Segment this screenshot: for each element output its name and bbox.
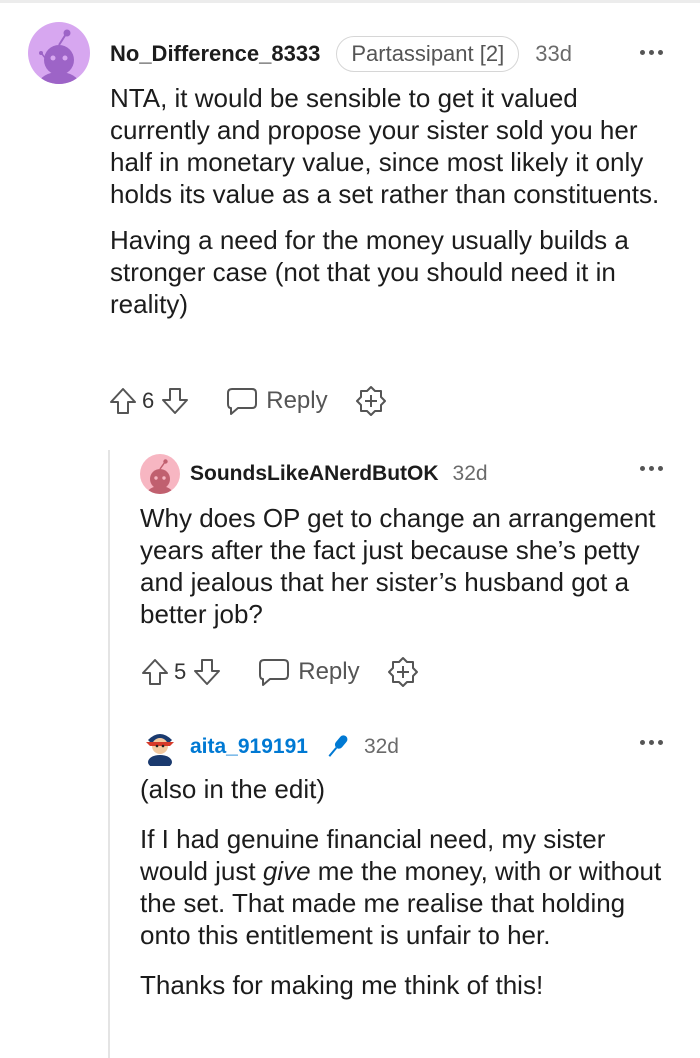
- username[interactable]: No_Difference_8333: [110, 41, 320, 67]
- username[interactable]: SoundsLikeANerdButOK: [190, 462, 439, 486]
- username[interactable]: aita_919191: [190, 735, 308, 759]
- snoo-avatar-icon: [140, 454, 180, 494]
- emphasized-word: give: [262, 856, 311, 886]
- downvote-icon[interactable]: [160, 386, 190, 416]
- reply-label: Reply: [266, 387, 328, 414]
- user-flair: Partassipant [2]: [336, 36, 520, 72]
- more-options-icon[interactable]: [640, 740, 663, 745]
- comment-body: (also in the edit) If I had genuine fina…: [140, 773, 680, 1001]
- award-icon[interactable]: [354, 384, 388, 418]
- more-options-icon[interactable]: [640, 50, 663, 55]
- comment-paragraph: If I had genuine financial need, my sist…: [140, 824, 662, 950]
- comment-paragraph: Thanks for making me think of this!: [140, 970, 544, 1000]
- award-icon[interactable]: [386, 655, 420, 689]
- avatar[interactable]: [140, 726, 180, 766]
- comment-paragraph: Why does OP get to change an arrangement…: [140, 503, 656, 629]
- timestamp: 33d: [535, 41, 572, 66]
- chat-bubble-icon: [227, 388, 258, 415]
- comment-body: Why does OP get to change an arrangement…: [140, 502, 680, 630]
- timestamp: 32d: [363, 735, 399, 758]
- comment-paragraph: (also in the edit): [140, 774, 325, 804]
- upvote-icon[interactable]: [108, 386, 138, 416]
- reply-button[interactable]: Reply: [258, 657, 360, 687]
- comment-header: aita_919191 32d: [190, 730, 399, 764]
- snoo-avatar-icon: [140, 726, 180, 766]
- comment-header: No_Difference_8333 Partassipant [2] 33d: [110, 36, 572, 72]
- comment-body: NTA, it would be sensible to get it valu…: [110, 82, 680, 320]
- vote-count: 6: [142, 388, 155, 413]
- avatar[interactable]: [28, 22, 90, 84]
- comment-header: SoundsLikeANerdButOK 32d: [190, 458, 488, 490]
- comment-actions: 6 Reply: [108, 384, 388, 418]
- top-divider: [0, 0, 700, 3]
- chat-bubble-icon: [259, 659, 290, 686]
- reply-button[interactable]: Reply: [226, 386, 328, 416]
- comment-actions: 5 Reply: [140, 655, 420, 689]
- snoo-avatar-icon: [28, 22, 90, 84]
- timestamp: 32d: [452, 462, 488, 485]
- vote-count: 5: [174, 659, 187, 684]
- comment-paragraph: Having a need for the money usually buil…: [110, 225, 629, 319]
- comment-paragraph: NTA, it would be sensible to get it valu…: [110, 83, 660, 209]
- avatar[interactable]: [140, 454, 180, 494]
- microphone-icon: [328, 735, 348, 757]
- reply-label: Reply: [298, 658, 360, 685]
- downvote-icon[interactable]: [192, 657, 222, 687]
- upvote-icon[interactable]: [140, 657, 170, 687]
- more-options-icon[interactable]: [640, 466, 663, 471]
- thread-line[interactable]: [108, 450, 110, 1058]
